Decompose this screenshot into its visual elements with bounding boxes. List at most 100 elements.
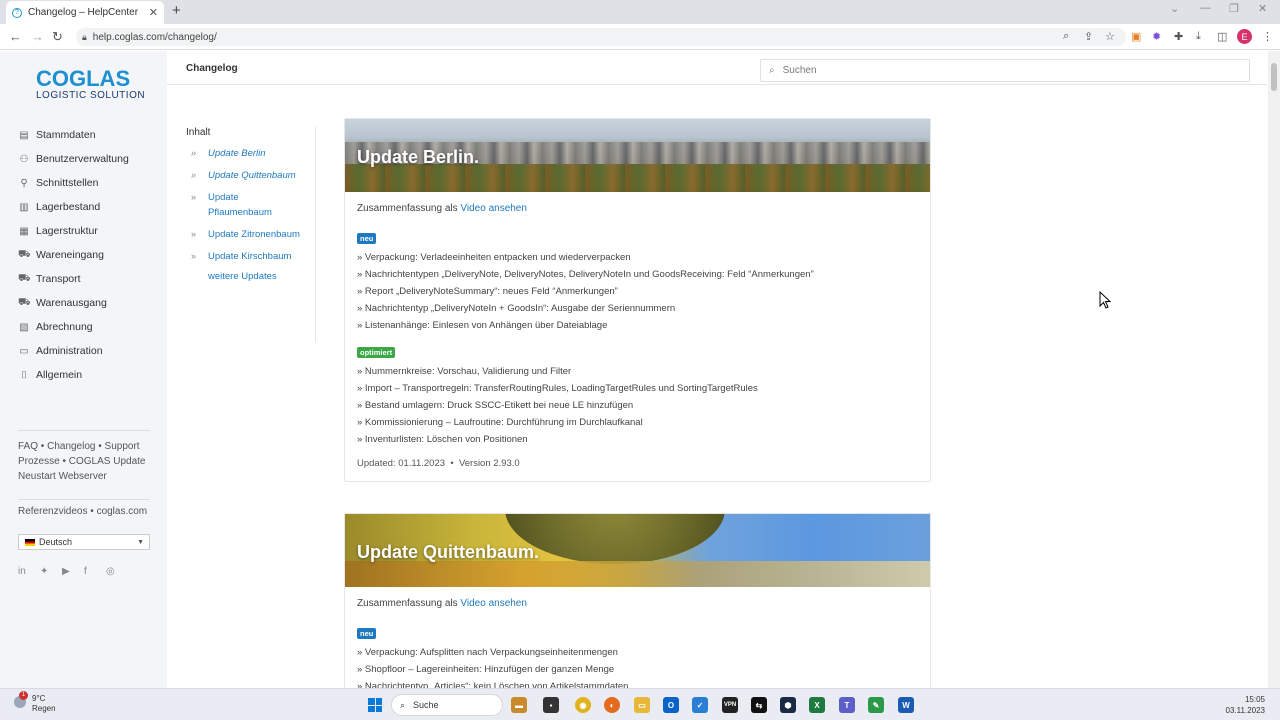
- extensions-puzzle-icon[interactable]: ✚: [1174, 30, 1183, 43]
- chevron-right-icon: »: [191, 170, 197, 180]
- search-box[interactable]: ⌕: [760, 59, 1250, 82]
- link-referenzvideos[interactable]: Referenzvideos: [18, 506, 87, 517]
- link-faq[interactable]: FAQ: [18, 441, 38, 452]
- system-clock[interactable]: 15:05 03.11.2023: [1225, 694, 1265, 716]
- sidebar-item-wareneingang[interactable]: ⛟ Wareneingang: [18, 243, 129, 267]
- chevron-right-icon: »: [191, 148, 197, 158]
- teams-app-icon[interactable]: T: [839, 697, 855, 713]
- bullet-separator: •: [62, 456, 66, 467]
- teamviewer-app-icon[interactable]: ⇆: [751, 697, 767, 713]
- briefcase-app-icon[interactable]: ▬: [511, 697, 527, 713]
- link-neustart-webserver[interactable]: Neustart Webserver: [18, 471, 107, 482]
- search-input[interactable]: [782, 65, 1183, 76]
- taskview-app-icon[interactable]: ▪: [543, 697, 559, 713]
- twitter-icon[interactable]: ✦: [40, 566, 62, 577]
- video-link[interactable]: Video ansehen: [460, 598, 527, 609]
- notification-count: 1: [19, 691, 28, 700]
- coglas-logo[interactable]: COGLAS LOGISTIC SOLUTION: [36, 66, 145, 101]
- sidebar-item-transport[interactable]: ⛟ Transport: [18, 267, 129, 291]
- browser-menu-icon[interactable]: ⋮: [1262, 30, 1273, 43]
- change-line: » Verpackung: Aufsplitten nach Verpackun…: [357, 647, 618, 658]
- update-summary: Zusammenfassung als Video ansehen: [357, 203, 918, 214]
- new-tab-button[interactable]: +: [172, 2, 181, 19]
- sidebar-item-lagerstruktur[interactable]: ▦ Lagerstruktur: [18, 219, 129, 243]
- toc-heading: Inhalt: [186, 127, 211, 138]
- tab-close-icon[interactable]: ✕: [149, 6, 158, 19]
- sidebar-item-lagerbestand[interactable]: ▥ Lagerbestand: [18, 195, 129, 219]
- sidebar-item-warenausgang[interactable]: ⛟ Warenausgang: [18, 291, 129, 315]
- sidebar-item-label: Administration: [36, 345, 103, 357]
- youtube-icon[interactable]: ▶: [62, 566, 84, 577]
- window-close-icon[interactable]: ✕: [1258, 2, 1267, 15]
- facebook-icon[interactable]: f: [84, 566, 106, 577]
- lock-icon: 🔒︎: [82, 31, 87, 42]
- vpn-app-icon[interactable]: VPN: [722, 697, 738, 713]
- sidebar-item-label: Transport: [36, 273, 81, 285]
- zoom-icon[interactable]: ⌕: [1063, 30, 1069, 43]
- sidebar-item-abrechnung[interactable]: ▧ Abrechnung: [18, 315, 129, 339]
- changes-new-group: neu » Verpackung: Verladeeinheiten entpa…: [357, 230, 918, 334]
- sidebar-item-stammdaten[interactable]: ▤ Stammdaten: [18, 123, 129, 147]
- address-bar[interactable]: 🔒︎ help.coglas.com/changelog/: [76, 28, 1126, 46]
- sidebar-item-administration[interactable]: ▭ Administration: [18, 339, 129, 363]
- toc-item-kirschbaum[interactable]: » Update Kirschbaum: [186, 249, 315, 264]
- clock-time: 15:05: [1244, 695, 1265, 704]
- instagram-icon[interactable]: ◎: [106, 566, 128, 577]
- toc-item-label: Update Kirschbaum: [208, 251, 292, 262]
- weather-widget[interactable]: 1 9°C Regen: [14, 691, 56, 714]
- toc-item-berlin[interactable]: » Update Berlin: [186, 146, 315, 161]
- sidebar-item-schnittstellen[interactable]: ⚲ Schnittstellen: [18, 171, 129, 195]
- bookmark-star-icon[interactable]: ☆: [1105, 30, 1115, 43]
- forward-icon[interactable]: →: [31, 29, 44, 44]
- back-icon[interactable]: ←: [9, 29, 22, 44]
- side-panel-icon[interactable]: ◫: [1217, 30, 1227, 43]
- toc-item-zitronenbaum[interactable]: » Update Zitronenbaum: [186, 227, 315, 242]
- outlook-app-icon[interactable]: O: [663, 697, 679, 713]
- sidebar-item-allgemein[interactable]: ⌷ Allgemein: [18, 363, 129, 387]
- security-app-icon[interactable]: ⬢: [780, 697, 796, 713]
- bullet-separator: •: [450, 458, 454, 469]
- update-banner-image: Update Berlin.: [345, 119, 930, 192]
- link-prozesse[interactable]: Prozesse: [18, 456, 60, 467]
- chrome-app-icon[interactable]: ◉: [575, 697, 591, 713]
- link-support[interactable]: Support: [105, 441, 140, 452]
- word-app-icon[interactable]: W: [898, 697, 914, 713]
- minimize-icon[interactable]: —: [1200, 2, 1211, 14]
- taskbar-search[interactable]: ⌕ Suche: [391, 694, 503, 716]
- link-coglas-update[interactable]: COGLAS Update: [69, 456, 146, 467]
- file-explorer-app-icon[interactable]: ▭: [634, 697, 650, 713]
- sidebar-item-benutzerverwaltung[interactable]: ⚇ Benutzerverwaltung: [18, 147, 129, 171]
- plug-icon: ⚲: [20, 177, 28, 189]
- tab-search-icon[interactable]: ⌄: [1170, 2, 1179, 15]
- extension-rss-icon[interactable]: ▣: [1131, 30, 1141, 43]
- link-coglas-com[interactable]: coglas.com: [97, 506, 148, 517]
- page-scrollbar[interactable]: [1268, 51, 1280, 688]
- sidebar-item-label: Abrechnung: [36, 321, 93, 333]
- download-icon[interactable]: ⤓: [1196, 30, 1201, 43]
- change-line: » Import – Transportregeln: TransferRout…: [357, 383, 758, 394]
- video-link[interactable]: Video ansehen: [460, 203, 527, 214]
- profile-avatar[interactable]: E: [1237, 29, 1252, 44]
- scrollbar-thumb[interactable]: [1271, 63, 1277, 91]
- update-banner-image: Update Quittenbaum.: [345, 514, 930, 587]
- sidebar-item-label: Stammdaten: [36, 129, 96, 141]
- link-changelog[interactable]: Changelog: [47, 441, 95, 452]
- language-select[interactable]: Deutsch ▼: [18, 534, 150, 550]
- toc-more-updates-link[interactable]: weitere Updates: [208, 271, 315, 282]
- windows-start-icon[interactable]: [368, 698, 382, 712]
- change-line: » Bestand umlagern: Druck SSCC-Etikett b…: [357, 400, 634, 411]
- summary-text: Zusammenfassung als: [357, 598, 458, 609]
- linkedin-icon[interactable]: in: [18, 566, 40, 577]
- update-card-quittenbaum: Update Quittenbaum. Zusammenfassung als …: [344, 513, 931, 693]
- browser-tab[interactable]: ? Changelog – HelpCenter ✕: [6, 1, 164, 24]
- maximize-icon[interactable]: ❐: [1229, 2, 1239, 15]
- toc-item-pflaumenbaum[interactable]: » Update Pflaumenbaum: [186, 190, 315, 220]
- excel-app-icon[interactable]: X: [809, 697, 825, 713]
- firefox-app-icon[interactable]: ◐: [604, 697, 620, 713]
- share-icon[interactable]: ⇪: [1084, 30, 1093, 43]
- todo-app-icon[interactable]: ✓: [692, 697, 708, 713]
- reload-icon[interactable]: ↻: [52, 29, 63, 45]
- spreadsheet-app-icon[interactable]: ✎: [868, 697, 884, 713]
- toc-item-quittenbaum[interactable]: » Update Quittenbaum: [186, 168, 315, 183]
- extension-sun-icon[interactable]: ✹: [1152, 30, 1161, 43]
